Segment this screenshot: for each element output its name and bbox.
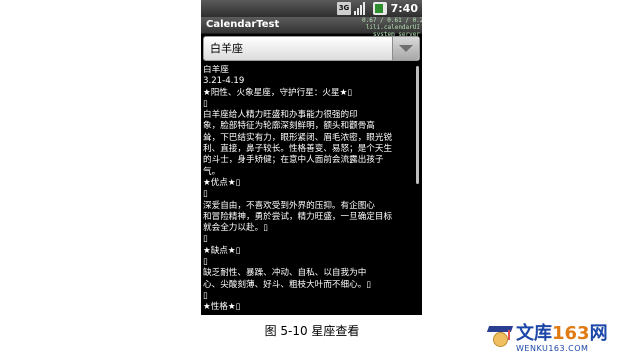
debug-line: 0.67 / 0.61 / 0.26 xyxy=(362,17,422,24)
watermark-url: WENKU163.COM xyxy=(516,344,589,353)
content-line: ▯ xyxy=(203,189,208,200)
battery-icon xyxy=(373,2,387,15)
debug-line: lili.calendarUI xyxy=(365,24,420,31)
content-line: 利、直接，鼻子较长。性格善变、易怒；是个天生 xyxy=(203,144,393,155)
content-line: 耸，下巴结实有力，眼形紧闭、眉毛浓密，眼光锐 xyxy=(203,132,393,143)
app-title-bar: CalendarTest 0.67 / 0.61 / 0.26 lili.cal… xyxy=(201,17,422,38)
watermark-brand-part: 163 xyxy=(552,323,590,344)
content-line: 象，脸部特征为轮廓深刻鲜明，额头和颧骨高 xyxy=(203,121,375,132)
chevron-down-icon xyxy=(399,45,413,52)
network-3g-icon: 3G xyxy=(337,2,351,15)
status-time: 7:40 xyxy=(390,2,418,15)
debug-overlay: 0.67 / 0.61 / 0.26 lili.calendarUI syste… xyxy=(362,17,422,38)
content-line: 缺乏耐性、暴躁、冲动、自私、以自我为中 xyxy=(203,268,367,279)
zodiac-spinner[interactable]: 白羊座 xyxy=(203,36,420,61)
content-line: ★缺点★▯ xyxy=(203,245,241,256)
content-line: 就会全力以赴。▯ xyxy=(203,223,268,234)
app-title: CalendarTest xyxy=(206,19,280,30)
content-line: 气。 xyxy=(203,166,221,177)
watermark-brand: 文库163网 xyxy=(516,323,608,345)
signal-icon xyxy=(354,2,368,15)
content-line: 和冒险精神，勇於尝试，精力旺盛，一旦确定目标 xyxy=(203,211,393,222)
zodiac-description: 白羊座 3.21-4.19 ★阳性、火象星座，守护行星：火星★▯ ▯ 白羊座给人… xyxy=(203,65,413,315)
content-line: ★阳性、火象星座，守护行星：火星★▯ xyxy=(203,87,353,98)
content-line: 的斗士，身手矫健；在意中人面前会流露出孩子 xyxy=(203,155,384,166)
spinner-selected-value: 白羊座 xyxy=(210,42,243,55)
watermark-brand-part: 文库 xyxy=(516,323,552,344)
status-bar: 3G 7:40 xyxy=(201,0,422,17)
content-line: 白羊座给人精力旺盛和办事能力很强的印 xyxy=(203,110,358,121)
content-line: ★优点★▯ xyxy=(203,177,241,188)
content-scrollbar[interactable] xyxy=(416,66,419,184)
content-line: 深爱自由，不喜欢受到外界的压抑。有企图心 xyxy=(203,200,375,211)
watermark-logo: 文库163网 WENKU163.COM xyxy=(486,323,622,354)
content-line: 心、尖酸刻薄、好斗、粗枝大叶而不细心。▯ xyxy=(203,279,372,290)
content-line: ▯ xyxy=(203,290,208,301)
watermark-brand-part: 网 xyxy=(589,323,608,344)
content-line: ★性格★▯ xyxy=(203,302,241,313)
content-line: 白羊座 xyxy=(203,65,229,75)
content-line: ▯ xyxy=(203,314,413,315)
spinner-dropdown-button[interactable] xyxy=(392,37,419,60)
content-line: ▯ xyxy=(203,98,208,109)
phone-screen: 3G 7:40 CalendarTest 0.67 / 0.61 / 0.26 … xyxy=(201,0,422,315)
content-line: ▯ xyxy=(203,234,208,245)
content-line: 3.21-4.19 xyxy=(203,76,245,87)
graduation-cap-icon xyxy=(486,324,514,347)
content-line: ▯ xyxy=(203,257,208,268)
